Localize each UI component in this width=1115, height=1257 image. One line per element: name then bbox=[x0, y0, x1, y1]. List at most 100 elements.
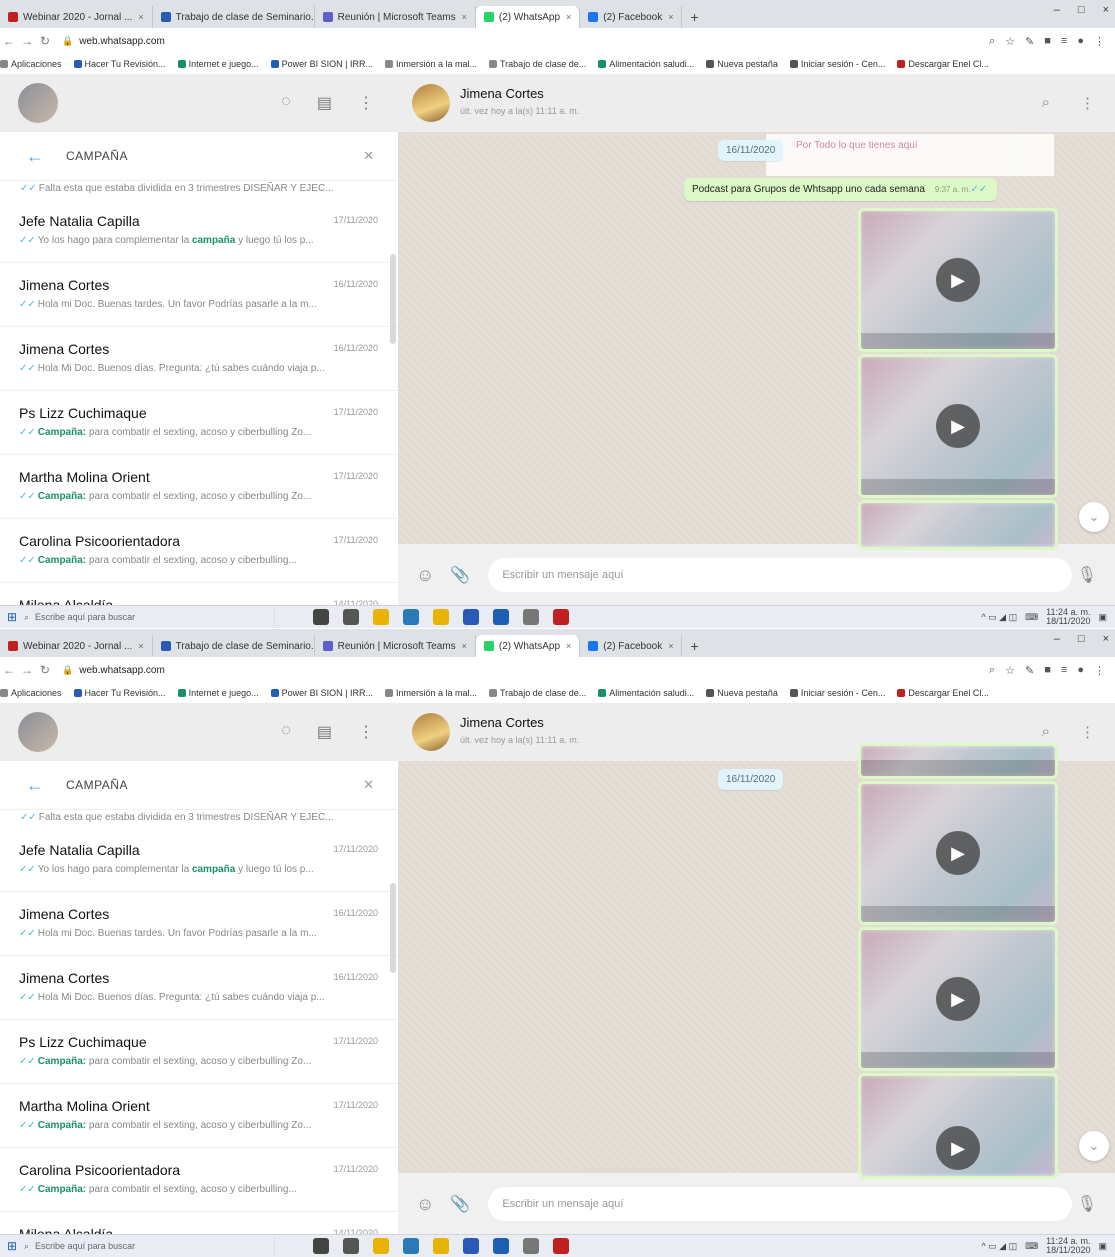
bookmark[interactable]: Iniciar sesión - Cen... bbox=[789, 688, 885, 698]
bookmark[interactable]: Alimentación saludi... bbox=[598, 59, 694, 69]
address-bar[interactable]: 🔒 web.whatsapp.com bbox=[62, 661, 989, 679]
search-input[interactable]: CAMPAÑA bbox=[66, 149, 128, 163]
bookmark[interactable]: Trabajo de clase de... bbox=[489, 59, 586, 69]
avatar[interactable] bbox=[18, 83, 58, 123]
taskbar-app-icon[interactable] bbox=[463, 609, 479, 625]
extension-icon[interactable]: ■ bbox=[1044, 35, 1051, 48]
chat-list-item[interactable]: Jefe Natalia Capilla 17/11/2020 ✓✓ Yo los h… bbox=[0, 199, 398, 263]
microphone-icon[interactable]: 🎙 bbox=[1077, 565, 1097, 585]
new-tab-button[interactable]: + bbox=[682, 6, 706, 28]
profile-icon[interactable]: ● bbox=[1077, 35, 1084, 48]
emoji-icon[interactable]: ☺ bbox=[416, 565, 434, 586]
taskbar-app-icon[interactable] bbox=[553, 609, 569, 625]
translate-icon[interactable]: ⌕ bbox=[989, 664, 995, 677]
menu-icon[interactable]: ⋮ bbox=[1094, 35, 1105, 48]
notifications-icon[interactable]: ▣ bbox=[1098, 1241, 1107, 1252]
taskbar-app-icon[interactable] bbox=[373, 1238, 389, 1254]
scroll-down-icon[interactable]: ⌄ bbox=[1079, 502, 1109, 532]
taskbar-app-icon[interactable] bbox=[343, 1238, 359, 1254]
bookmark[interactable]: Hacer Tu Revisión... bbox=[73, 688, 166, 698]
back-arrow-icon[interactable]: ← bbox=[0, 663, 18, 677]
scrollbar[interactable] bbox=[390, 254, 396, 344]
sticker-message[interactable]: Por Todo lo que tienes aquí bbox=[766, 134, 1054, 176]
taskbar-search[interactable]: ⌕ Escribe aquí para buscar bbox=[24, 608, 275, 626]
chat-list-item[interactable]: Milena Alcaldía14/11/2020✓✓ bbox=[0, 1212, 398, 1235]
close-icon[interactable]: × bbox=[668, 12, 673, 22]
back-arrow-icon[interactable]: ← bbox=[26, 775, 44, 796]
taskbar-search[interactable]: ⌕ Escribe aquí para buscar bbox=[24, 1237, 275, 1255]
play-icon[interactable]: ▶ bbox=[936, 1126, 980, 1170]
message-input[interactable]: Escribir un mensaje aquí bbox=[488, 1187, 1073, 1221]
reload-icon[interactable]: ↻ bbox=[36, 34, 54, 48]
chat-list-item[interactable]: Carolina Psicoorientadora 17/11/2020 ✓✓ Cam… bbox=[0, 1148, 398, 1212]
taskbar-app-icon[interactable] bbox=[373, 609, 389, 625]
video-message[interactable]: ▶ bbox=[858, 781, 1058, 925]
address-bar[interactable]: 🔒 web.whatsapp.com bbox=[62, 32, 989, 50]
chat-list-item[interactable]: Jimena Cortes 16/11/2020 ✓✓ Hola Mi Doc. Bu… bbox=[0, 956, 398, 1020]
browser-tab[interactable]: (2) Facebook × bbox=[580, 6, 683, 28]
video-message[interactable] bbox=[858, 500, 1058, 550]
scroll-down-icon[interactable]: ⌄ bbox=[1079, 1131, 1109, 1161]
profile-icon[interactable]: ● bbox=[1077, 664, 1084, 677]
contact-avatar[interactable] bbox=[412, 713, 450, 751]
clock[interactable]: 11:24 a. m. 18/11/2020 bbox=[1046, 1237, 1090, 1255]
browser-tab[interactable]: Trabajo de clase de Seminario...× bbox=[153, 6, 315, 28]
search-icon[interactable]: ⌕ bbox=[1042, 723, 1050, 741]
menu-icon[interactable]: ⋮ bbox=[1094, 664, 1105, 677]
bookmark[interactable]: Power BI SION | IRR... bbox=[270, 688, 373, 698]
play-icon[interactable]: ▶ bbox=[936, 404, 980, 448]
queue-icon[interactable]: ≡ bbox=[1061, 35, 1067, 48]
windows-start-icon[interactable]: ⊞ bbox=[0, 610, 24, 624]
browser-tab[interactable]: Webinar 2020 - Jornal ... × bbox=[0, 635, 153, 657]
browser-tab-active[interactable]: (2) WhatsApp × bbox=[475, 635, 581, 657]
menu-icon[interactable]: ⋮ bbox=[1080, 94, 1095, 112]
chat-list-item[interactable]: Milena Alcaldía14/11/2020✓✓ bbox=[0, 583, 398, 606]
browser-tab[interactable]: Trabajo de clase de Seminario...× bbox=[153, 635, 315, 657]
bookmark[interactable]: Aplicaciones bbox=[0, 688, 62, 698]
minimize-button[interactable]: – bbox=[1054, 633, 1060, 645]
keyboard-icon[interactable]: ⌨ bbox=[1025, 1241, 1038, 1252]
video-message[interactable]: ▶ bbox=[858, 927, 1058, 1071]
status-icon[interactable]: ◌ bbox=[281, 722, 291, 742]
bookmark[interactable]: Internet e juego... bbox=[177, 59, 259, 69]
play-icon[interactable]: ▶ bbox=[936, 831, 980, 875]
close-window-button[interactable]: × bbox=[1103, 633, 1109, 645]
taskbar-app-icon[interactable] bbox=[433, 1238, 449, 1254]
bookmark[interactable]: Aplicaciones bbox=[0, 59, 62, 69]
close-icon[interactable]: × bbox=[566, 641, 571, 651]
browser-tab[interactable]: Reunión | Microsoft Teams × bbox=[315, 635, 476, 657]
menu-icon[interactable]: ⋮ bbox=[358, 722, 374, 742]
chat-list-item[interactable]: Ps Lizz Cuchimaque 17/11/2020 ✓✓ Campaña: p… bbox=[0, 1020, 398, 1084]
avatar[interactable] bbox=[18, 712, 58, 752]
browser-tab-active[interactable]: (2) WhatsApp × bbox=[475, 6, 581, 28]
extension-icon[interactable]: ✎ bbox=[1025, 664, 1034, 677]
search-input[interactable]: CAMPAÑA bbox=[66, 778, 128, 792]
taskbar-app-icon[interactable] bbox=[493, 1238, 509, 1254]
taskbar-app-icon[interactable] bbox=[493, 609, 509, 625]
chat-list-item[interactable]: Martha Molina Orient 17/11/2020 ✓✓ Campaña:… bbox=[0, 455, 398, 519]
star-icon[interactable]: ☆ bbox=[1005, 35, 1015, 48]
chat-list-item[interactable]: Jimena Cortes 16/11/2020 ✓✓ Hola Mi Doc. Bu… bbox=[0, 327, 398, 391]
new-chat-icon[interactable]: ▤ bbox=[317, 93, 332, 113]
bookmark[interactable]: Inmersión a la mal... bbox=[384, 59, 477, 69]
maximize-button[interactable]: □ bbox=[1078, 4, 1085, 16]
bookmark[interactable]: Nueva pestaña bbox=[706, 688, 778, 698]
back-arrow-icon[interactable]: ← bbox=[0, 34, 18, 48]
play-icon[interactable]: ▶ bbox=[936, 977, 980, 1021]
video-message[interactable]: ▶ bbox=[858, 208, 1058, 352]
taskbar-app-icon[interactable] bbox=[313, 609, 329, 625]
chat-list-item[interactable]: Jimena Cortes 16/11/2020 ✓✓ Hola mi Doc. Bu… bbox=[0, 892, 398, 956]
forward-arrow-icon[interactable]: → bbox=[18, 663, 36, 677]
new-tab-button[interactable]: + bbox=[682, 635, 706, 657]
close-icon[interactable]: × bbox=[668, 641, 673, 651]
close-icon[interactable]: × bbox=[462, 641, 467, 651]
notifications-icon[interactable]: ▣ bbox=[1098, 612, 1107, 623]
video-message[interactable]: ▶ bbox=[858, 354, 1058, 498]
minimize-button[interactable]: – bbox=[1054, 4, 1060, 16]
scrollbar[interactable] bbox=[390, 883, 396, 973]
taskbar-app-icon[interactable] bbox=[553, 1238, 569, 1254]
attach-icon[interactable]: 📎 bbox=[450, 1194, 470, 1214]
close-icon[interactable]: × bbox=[462, 12, 467, 22]
bookmark[interactable]: Descargar Enel Cl... bbox=[897, 59, 989, 69]
clock[interactable]: 11:24 a. m. 18/11/2020 bbox=[1046, 608, 1090, 626]
